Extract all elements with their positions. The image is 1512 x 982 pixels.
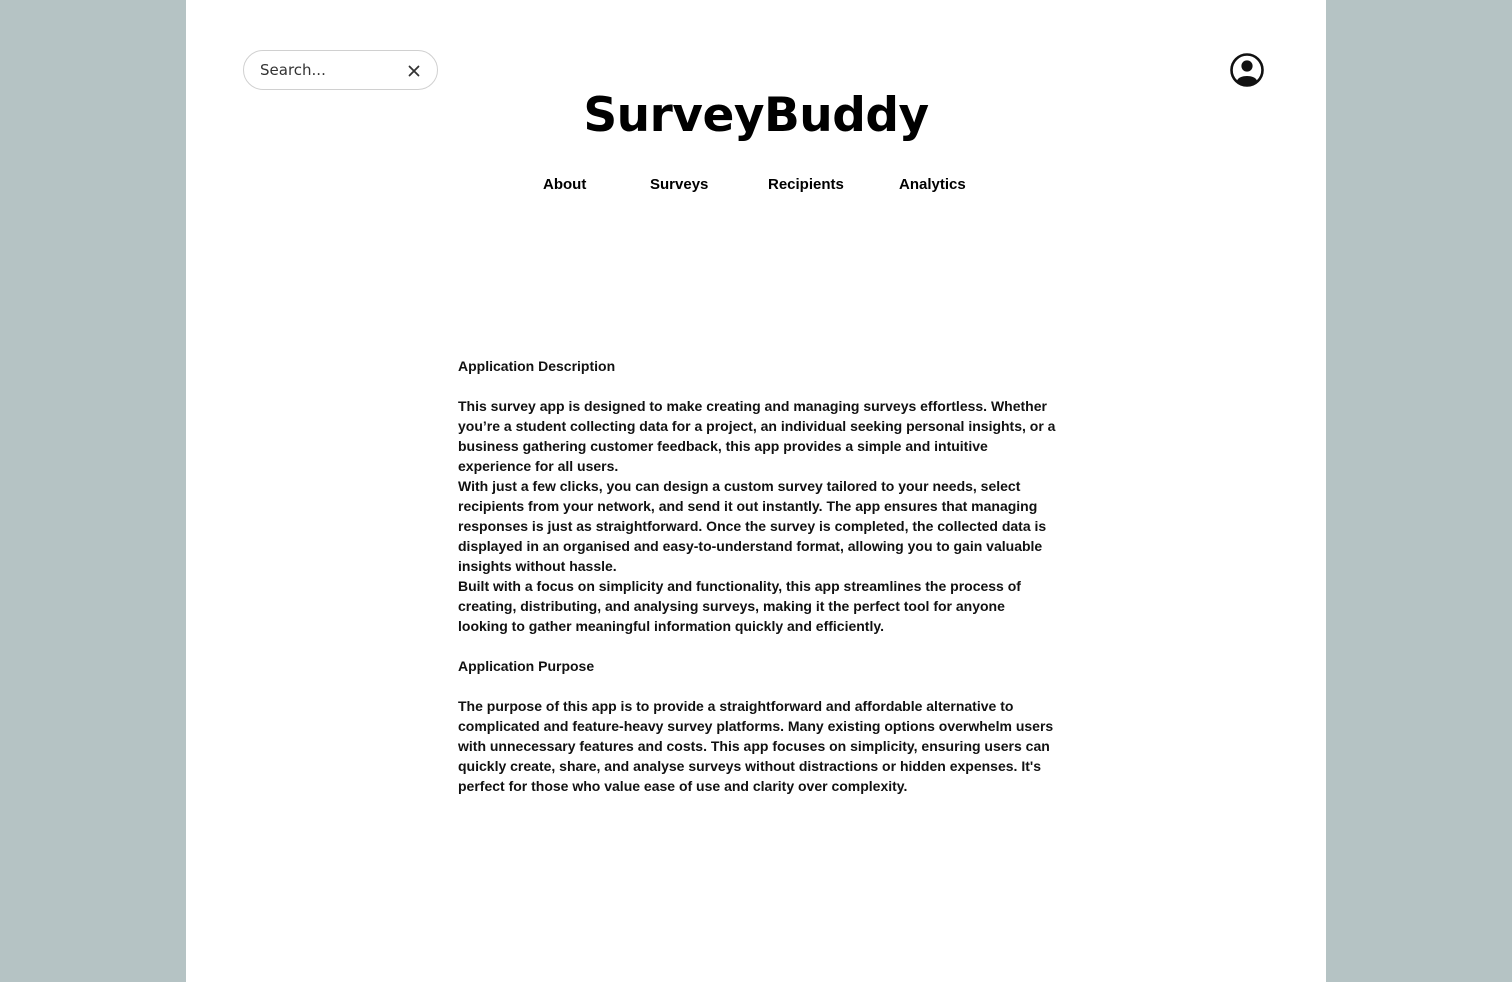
page-container: SurveyBuddy About Surveys Recipients Ana… <box>186 0 1326 982</box>
purpose-heading: Application Purpose <box>458 658 595 674</box>
search-bar <box>243 50 438 90</box>
description-paragraph: This survey app is designed to make crea… <box>458 398 1056 474</box>
description-heading: Application Description <box>458 358 616 374</box>
purpose-paragraph: The purpose of this app is to provide a … <box>458 698 1054 794</box>
app-title: SurveyBuddy <box>583 88 929 143</box>
nav-item-recipients[interactable]: Recipients <box>768 176 844 193</box>
main-content: Application Description This survey app … <box>458 356 1058 796</box>
nav-item-surveys[interactable]: Surveys <box>650 176 708 193</box>
description-paragraph: With just a few clicks, you can design a… <box>458 478 1047 574</box>
nav-item-about[interactable]: About <box>543 176 586 193</box>
user-circle-icon[interactable] <box>1229 52 1265 88</box>
description-paragraph: Built with a focus on simplicity and fun… <box>458 578 1021 634</box>
close-icon[interactable] <box>404 61 424 81</box>
search-input[interactable] <box>260 51 400 89</box>
nav-item-analytics[interactable]: Analytics <box>899 176 966 193</box>
main-nav: About Surveys Recipients Analytics <box>186 176 1326 196</box>
